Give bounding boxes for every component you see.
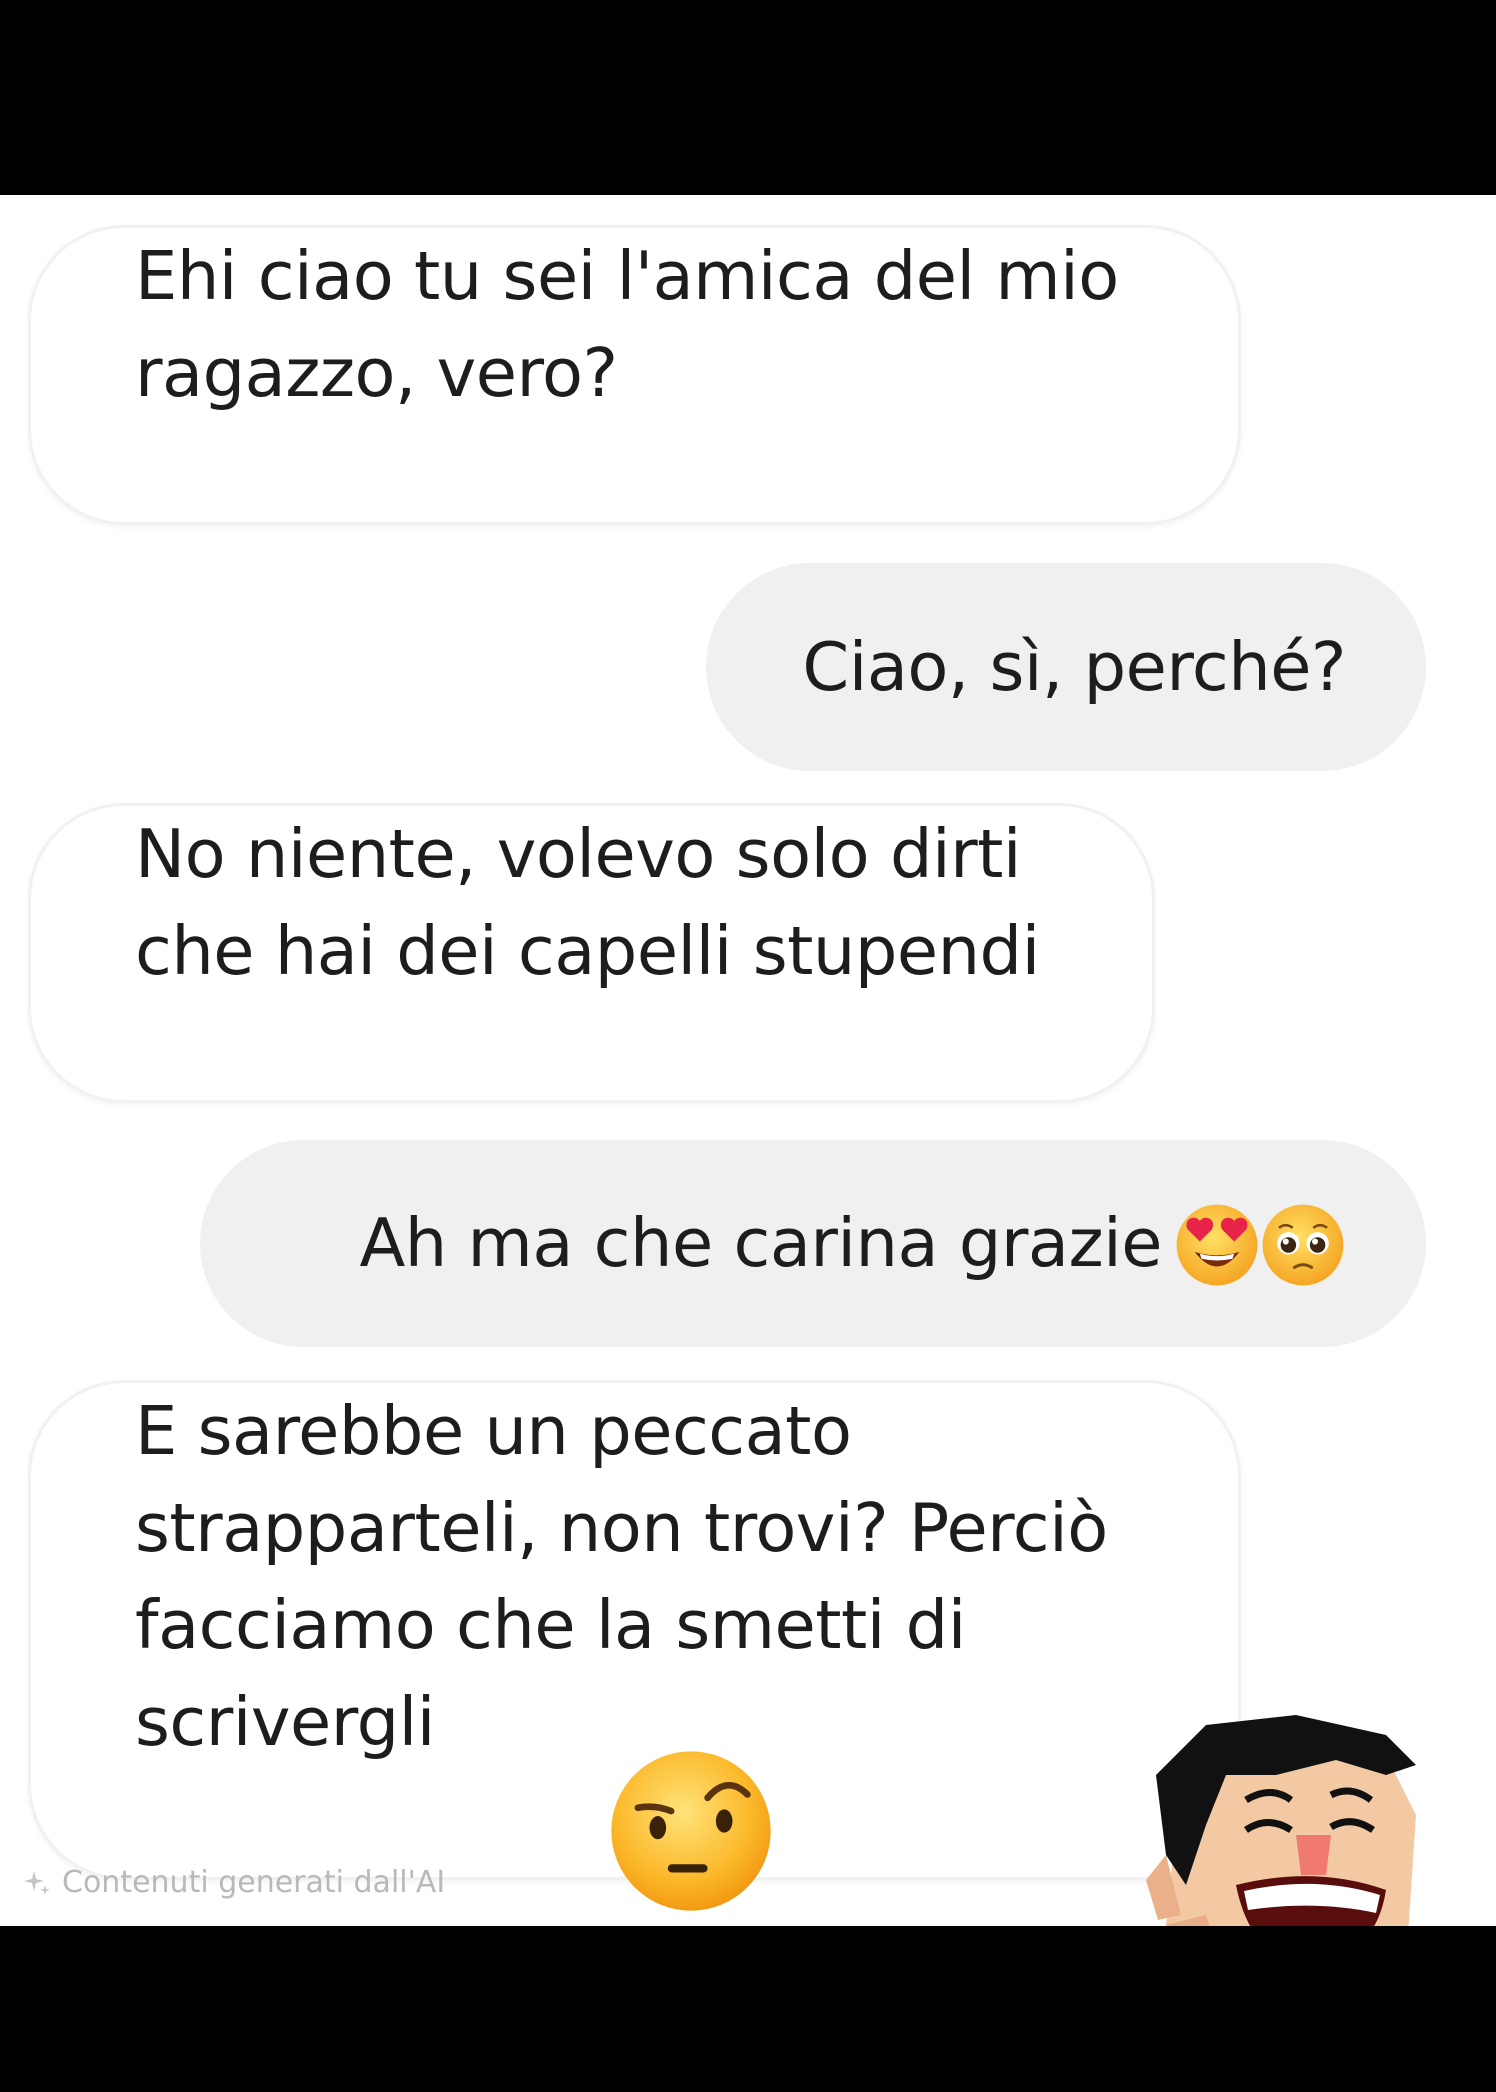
heart-eyes-emoji [1176, 1204, 1258, 1286]
bottom-black-bar [0, 1926, 1496, 2092]
message-text: Ah ma che carina grazie [359, 1204, 1162, 1282]
message-text: Ehi ciao tu sei l'amica del mio ragazzo,… [135, 237, 1119, 412]
raised-eyebrow-emoji [611, 1751, 771, 1911]
ai-notice-text: Contenuti generati dall'AI [62, 1865, 446, 1900]
pleading-face-emoji [1262, 1204, 1344, 1286]
top-black-bar [0, 0, 1496, 195]
message-text: Ciao, sì, perché? [802, 628, 1346, 706]
message-bubble-incoming[interactable]: No niente, volevo solo dirti che hai dei… [28, 803, 1155, 1103]
sparkle-icon [24, 1870, 50, 1895]
message-text: E sarebbe un peccato strapparteli, non t… [135, 1392, 1108, 1761]
emoji-group [1174, 1138, 1346, 1345]
chat-area[interactable]: Ehi ciao tu sei l'amica del mio ragazzo,… [0, 195, 1496, 1926]
ai-generated-notice: Contenuti generati dall'AI [22, 1865, 445, 1900]
message-bubble-outgoing[interactable]: Ciao, sì, perché? [706, 563, 1426, 771]
message-text: No niente, volevo solo dirti che hai dei… [135, 815, 1040, 990]
laughing-cartoon-man [1146, 1715, 1416, 1926]
message-bubble-incoming[interactable]: Ehi ciao tu sei l'amica del mio ragazzo,… [28, 225, 1241, 525]
message-bubble-outgoing[interactable]: Ah ma che carina grazie [200, 1140, 1426, 1347]
